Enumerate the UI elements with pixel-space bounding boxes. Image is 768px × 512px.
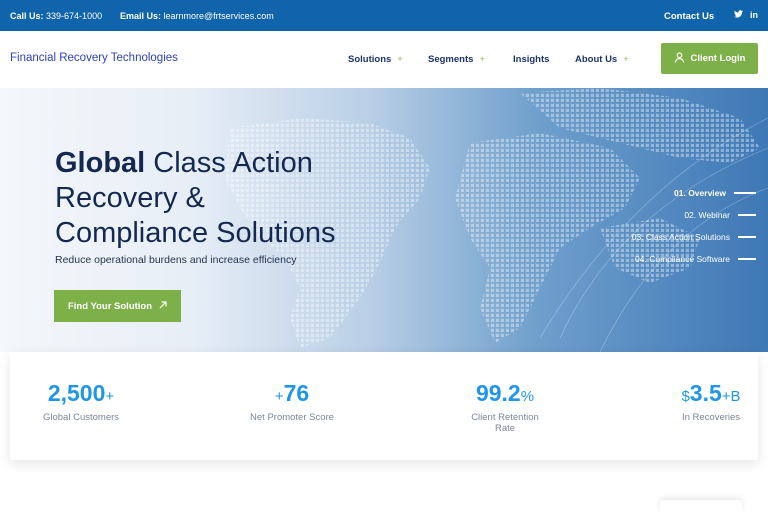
stat-global-customers: 2,500+ Global Customers — [26, 380, 136, 423]
client-login-label: Client Login — [690, 53, 746, 64]
phone-contact[interactable]: Call Us: 339-674-1000 — [10, 11, 102, 21]
slide-nav-label: 03. Class Action Solutions — [631, 232, 730, 242]
nav-item-label: Solutions — [348, 54, 392, 65]
slide-indicator — [738, 236, 756, 238]
plus-icon: + — [623, 54, 629, 65]
slide-indicator — [738, 214, 756, 216]
stat-label: Client Retention Rate — [471, 412, 539, 434]
find-solution-label: Find Your Solution — [67, 300, 153, 312]
stat-label: In Recoveries — [681, 412, 741, 423]
hero-subtitle: Reduce operational burdens and increase … — [55, 254, 297, 266]
stats-panel: 2,500+ Global Customers +76 Net Promoter… — [10, 352, 758, 460]
hero-banner: Global Class Action Recovery & Complianc… — [0, 88, 768, 352]
find-solution-button[interactable]: Find Your Solution — [54, 290, 181, 322]
stat-recoveries: $3.5+B In Recoveries — [670, 380, 752, 423]
hero-heading-line1: Class Action — [145, 147, 313, 179]
stat-value: +76 — [274, 380, 310, 406]
hero-slide-navigation: 01. Overview 02. Webinar 03. Class Actio… — [632, 182, 756, 270]
client-login-button[interactable]: Client Login — [661, 43, 758, 74]
stat-client-retention: 99.2% Client Retention Rate — [460, 380, 550, 434]
email-label: Email Us: — [120, 11, 162, 21]
nav-item-label: Segments — [428, 54, 474, 65]
hero-heading-line3: Compliance Solutions — [55, 217, 336, 249]
arrow-up-right-icon — [159, 300, 167, 312]
hero-heading-line2: Recovery & — [55, 182, 205, 214]
slide-indicator — [738, 258, 756, 260]
slide-nav-webinar[interactable]: 02. Webinar — [632, 204, 756, 226]
slide-nav-label: 02. Webinar — [684, 210, 730, 220]
hero-heading: Global Class Action Recovery & Complianc… — [55, 146, 435, 251]
slide-indicator — [734, 192, 756, 194]
contact-us-link[interactable]: Contact Us — [664, 11, 714, 22]
plus-icon: + — [397, 54, 403, 65]
slide-nav-class-action[interactable]: 03. Class Action Solutions — [632, 226, 756, 248]
nav-item-segments[interactable]: Segments + — [428, 54, 485, 65]
hero-heading-bold: Global — [55, 147, 146, 179]
stat-net-promoter-score: +76 Net Promoter Score — [227, 380, 357, 423]
linkedin-icon[interactable]: in — [750, 10, 758, 20]
stat-label: Net Promoter Score — [250, 412, 334, 423]
nav-item-label: About Us — [575, 54, 618, 65]
stat-value: 2,500+ — [47, 380, 115, 406]
nav-item-solutions[interactable]: Solutions + — [348, 54, 403, 65]
stat-value: 99.2% — [475, 380, 535, 406]
twitter-icon[interactable] — [734, 10, 743, 20]
email-contact[interactable]: Email Us: learnmore@frtservices.com — [120, 11, 274, 21]
plus-icon: + — [479, 54, 485, 65]
nav-item-about-us[interactable]: About Us + — [575, 54, 629, 65]
floating-widget[interactable] — [660, 500, 742, 512]
phone-label: Call Us: — [10, 11, 44, 21]
stat-label: Global Customers — [42, 412, 120, 423]
slide-nav-compliance[interactable]: 04. Compliance Software — [632, 248, 756, 270]
slide-nav-label: 01. Overview — [674, 188, 726, 198]
main-navigation: Financial Recovery Technologies Solution… — [0, 31, 768, 88]
nav-item-insights[interactable]: Insights — [513, 54, 549, 65]
user-icon — [674, 51, 685, 66]
phone-number[interactable]: 339-674-1000 — [46, 11, 102, 21]
brand-logo[interactable]: Financial Recovery Technologies — [10, 52, 178, 64]
slide-nav-overview[interactable]: 01. Overview — [632, 182, 756, 204]
nav-item-label: Insights — [513, 54, 550, 65]
email-address[interactable]: learnmore@frtservices.com — [164, 11, 274, 21]
slide-nav-label: 04. Compliance Software — [635, 254, 730, 264]
stat-value: $3.5+B — [681, 380, 741, 406]
top-bar: Call Us: 339-674-1000 Email Us: learnmor… — [0, 0, 768, 31]
